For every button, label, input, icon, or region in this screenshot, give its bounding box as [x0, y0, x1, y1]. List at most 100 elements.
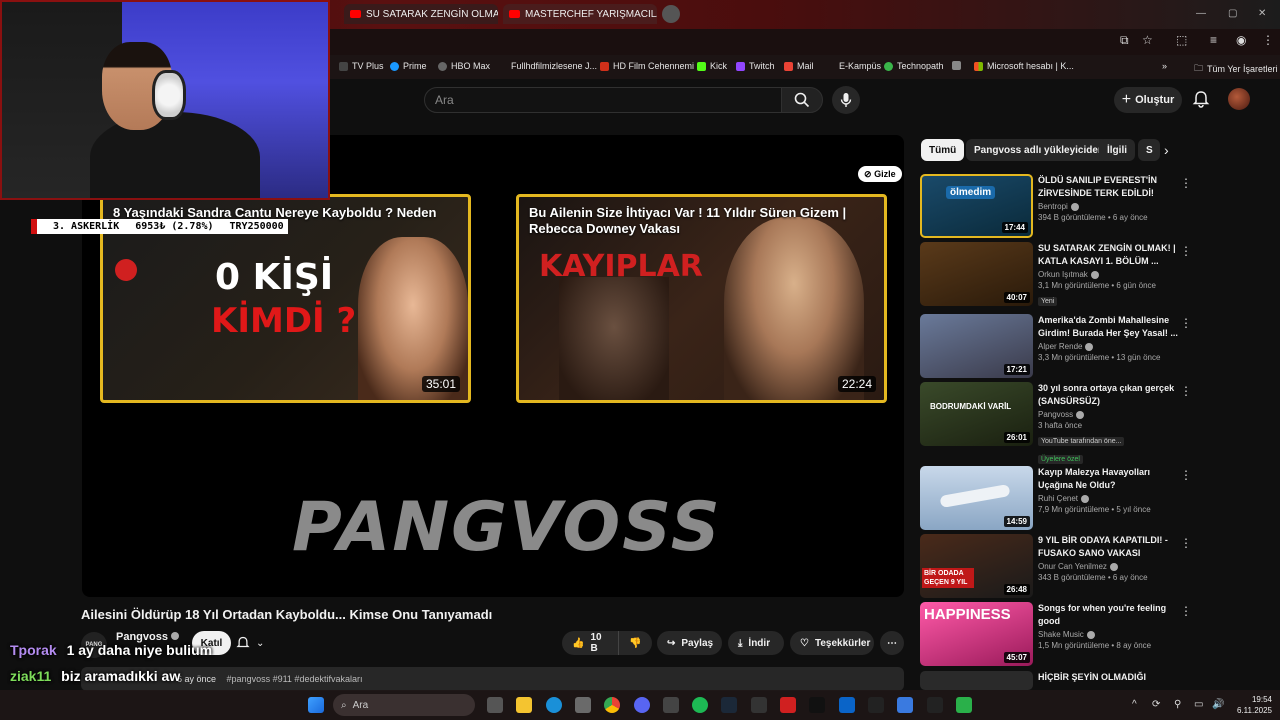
- app-icon[interactable]: [809, 697, 825, 713]
- new-tab-button[interactable]: [662, 5, 680, 23]
- list-item[interactable]: ölmedim 17:44 ÖLDÜ SANILIP EVEREST'İN Zİ…: [920, 174, 1192, 238]
- minimize-icon[interactable]: —: [1196, 8, 1206, 19]
- bookmark-kick[interactable]: Kick: [697, 61, 727, 71]
- thanks-icon: ♡: [800, 637, 809, 649]
- more-icon[interactable]: ⋮: [1180, 468, 1192, 482]
- app-icon[interactable]: [956, 697, 972, 713]
- network-icon[interactable]: ⟳: [1152, 699, 1160, 710]
- app-icon[interactable]: [897, 697, 913, 713]
- hide-endscreen-button[interactable]: ⊘ Gizle: [858, 166, 902, 182]
- rec-meta: 3 hafta önce: [1038, 421, 1083, 430]
- download-button[interactable]: ⤓ İndir: [728, 631, 784, 655]
- endscreen-video-2[interactable]: KAYIPLAR Bu Ailenin Size İhtiyacı Var ! …: [516, 194, 887, 403]
- bookmark-technopath[interactable]: Technopath: [884, 61, 944, 71]
- bookmark-star-icon[interactable]: ☆: [1142, 33, 1153, 47]
- thumbnail-people: [559, 277, 669, 400]
- more-icon[interactable]: ⋮: [1180, 244, 1192, 258]
- verified-icon: [1086, 630, 1095, 639]
- chips-next-button[interactable]: ›: [1164, 142, 1169, 160]
- thanks-button[interactable]: ♡ Teşekkürler: [790, 631, 874, 655]
- share-label: Paylaş: [681, 637, 714, 649]
- app-icon[interactable]: [868, 697, 884, 713]
- spotify-icon[interactable]: [692, 697, 708, 713]
- more-icon[interactable]: ⋮: [1180, 384, 1192, 398]
- app-icon[interactable]: [780, 697, 796, 713]
- list-item[interactable]: BİR ODADA GEÇEN 9 YIL 26:48 9 YIL BİR OD…: [920, 534, 1192, 598]
- system-clock[interactable]: 19:54 6.11.2025: [1232, 694, 1272, 716]
- notifications-button[interactable]: [1192, 90, 1210, 113]
- dislike-button[interactable]: 👎: [618, 631, 652, 655]
- more-icon[interactable]: ⋮: [1180, 176, 1192, 190]
- like-button[interactable]: 👍 10 B: [562, 631, 618, 655]
- voice-search-button[interactable]: [832, 86, 860, 114]
- tab-su-satarak[interactable]: SU SATARAK ZENGİN OLMAK! | ✕: [344, 4, 498, 24]
- bookmark-microsoft[interactable]: Microsoft hesabı | K...: [974, 61, 1074, 71]
- create-button[interactable]: + Oluştur: [1114, 87, 1182, 113]
- bookmark-mail[interactable]: Mail: [784, 61, 814, 71]
- outlook-icon[interactable]: [839, 697, 855, 713]
- edge-icon[interactable]: [546, 697, 562, 713]
- file-explorer-icon[interactable]: [516, 697, 532, 713]
- search-input[interactable]: Ara: [424, 87, 782, 113]
- app-icon[interactable]: [663, 697, 679, 713]
- steam-icon[interactable]: [721, 697, 737, 713]
- bookmark-e-kampus[interactable]: E-Kampüs: [826, 61, 881, 71]
- bookmark-hd-film[interactable]: HD Film Cehennemi: [600, 61, 694, 71]
- more-icon[interactable]: ⋮: [1180, 316, 1192, 330]
- app-icon[interactable]: [751, 697, 767, 713]
- display-icon[interactable]: ▭: [1194, 699, 1203, 710]
- bookmark-all[interactable]: 🗀 Tüm Yer İşaretleri: [1194, 61, 1278, 77]
- bookmark-unnamed[interactable]: [952, 61, 961, 70]
- extensions-icon[interactable]: ⬚: [1176, 33, 1187, 47]
- start-icon[interactable]: [308, 697, 324, 713]
- list-item[interactable]: BODRUMDAKİ VARİL 26:01 30 yıl sonra orta…: [920, 382, 1192, 464]
- chrome-icon[interactable]: [604, 697, 620, 713]
- description-box[interactable]: 6 ay önce #pangvoss #911 #dedektifvakala…: [81, 667, 904, 691]
- share-button[interactable]: ↪ Paylaş: [657, 631, 722, 655]
- list-item[interactable]: HAPPINESS 45:07 Songs for when you're fe…: [920, 602, 1192, 666]
- hashtags[interactable]: #pangvoss #911 #dedektifvakaları: [227, 674, 363, 684]
- more-actions-button[interactable]: ⋯: [880, 631, 904, 655]
- mic-tray-icon[interactable]: ⚲: [1174, 699, 1181, 710]
- thanks-label: Teşekkürler: [814, 637, 871, 649]
- more-icon[interactable]: ⋮: [1180, 536, 1192, 550]
- more-icon[interactable]: ⋮: [1180, 604, 1192, 618]
- volume-icon[interactable]: 🔊: [1212, 699, 1224, 710]
- epic-games-icon[interactable]: [927, 697, 943, 713]
- tab-masterchef[interactable]: MASTERCHEF YARIŞMACILARIN ✕: [503, 4, 657, 24]
- menu-icon[interactable]: ⋮: [1262, 33, 1274, 47]
- taskbar-search[interactable]: ⌕ Ara: [333, 694, 475, 716]
- install-icon[interactable]: ⧉: [1120, 33, 1129, 48]
- task-view-icon[interactable]: [487, 697, 503, 713]
- rec-title: Songs for when you're feeling good: [1038, 603, 1167, 626]
- twitch-icon: [736, 61, 745, 71]
- more-bookmarks-icon[interactable]: »: [1162, 61, 1167, 71]
- chip-related[interactable]: İlgili: [1099, 139, 1135, 161]
- discord-icon[interactable]: [634, 697, 650, 713]
- rec-channel: Ruhi Çenet: [1038, 494, 1079, 503]
- tray-chevron-icon[interactable]: ^: [1132, 699, 1137, 710]
- plus-icon: +: [1121, 91, 1132, 108]
- bookmark-fullhd[interactable]: Fullhdfilmizlesene J...: [498, 61, 597, 71]
- maximize-icon[interactable]: ▢: [1228, 8, 1237, 19]
- bookmark-prime[interactable]: Prime: [390, 61, 427, 71]
- list-item[interactable]: 40:07 SU SATARAK ZENGİN OLMAK! | KATLA K…: [920, 242, 1192, 306]
- list-item[interactable]: 14:59 Kayıp Malezya Havayolları Uçağına …: [920, 466, 1192, 530]
- search-button[interactable]: [781, 87, 823, 113]
- reading-list-icon[interactable]: ≡: [1210, 33, 1217, 47]
- chip-all[interactable]: Tümü: [921, 139, 965, 161]
- tab-label: SU SATARAK ZENGİN OLMAK! |: [366, 8, 498, 20]
- store-icon[interactable]: [575, 697, 591, 713]
- chip-uploader[interactable]: Pangvoss adlı yükleyiciden: [966, 139, 1113, 161]
- profile-icon[interactable]: ◉: [1236, 33, 1246, 47]
- list-item[interactable]: HİÇBİR ŞEYİN OLMADIĞI: [920, 671, 1190, 690]
- chip-more[interactable]: S: [1138, 139, 1160, 161]
- bookmark-tv-plus[interactable]: TV Plus: [339, 61, 384, 71]
- subscription-bell-button[interactable]: ⌄: [236, 632, 282, 654]
- close-window-icon[interactable]: ✕: [1258, 8, 1266, 19]
- avatar[interactable]: [1228, 88, 1250, 110]
- bookmark-twitch[interactable]: Twitch: [736, 61, 775, 71]
- bookmark-hbo-max[interactable]: HBO Max: [438, 61, 490, 71]
- list-item[interactable]: 17:21 Amerika'da Zombi Mahallesine Girdi…: [920, 314, 1192, 378]
- like-count: 10 B: [590, 632, 602, 654]
